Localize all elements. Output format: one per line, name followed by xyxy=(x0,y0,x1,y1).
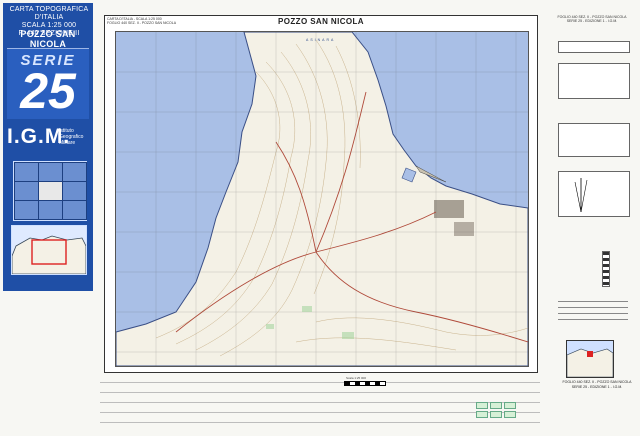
serie-badge: SERIE 25 xyxy=(7,48,89,119)
right-legend-column: FOGLIO 440 SEZ. II - POZZO SAN NICOLA SE… xyxy=(550,15,634,371)
cover-panel: CARTA TOPOGRAFICA D'ITALIA SCALA 1:25 00… xyxy=(3,3,93,291)
series-title: CARTA TOPOGRAFICA D'ITALIA xyxy=(9,6,89,21)
sea-label: ASINARA xyxy=(306,38,336,42)
right-header: FOGLIO 440 SEZ. II - POZZO SAN NICOLA SE… xyxy=(550,15,634,23)
grid-table xyxy=(558,123,630,157)
locator-map xyxy=(11,225,87,275)
symbol-legend xyxy=(94,372,540,434)
legend-color-chips xyxy=(476,402,536,428)
declination-diagram xyxy=(558,171,630,217)
map-title: POZZO SAN NICOLA xyxy=(278,17,364,26)
datum-box xyxy=(558,41,630,53)
scale-bar xyxy=(344,381,386,386)
topographic-map[interactable]: ASINARA xyxy=(115,31,529,367)
elevation-scale xyxy=(602,251,610,287)
right-header-line2: SERIE 25 - EDIZIONE 1 - I.G.M. xyxy=(566,19,618,23)
footer-right: FOGLIO 440 SEZ. II - POZZO SAN NICOLA SE… xyxy=(556,380,638,389)
scale-bar-label: Scala 1:25 000 xyxy=(346,376,367,380)
sheet-index-grid xyxy=(13,161,87,221)
map-sheet: CARTA TOPOGRAFICA D'ITALIA SCALA 1:25 00… xyxy=(0,0,640,436)
serie-number: 25 xyxy=(20,63,76,119)
footer-right-line2: SERIE 25 - EDIZIONE 1 - I.G.M. xyxy=(571,384,623,389)
regional-inset-map xyxy=(566,340,614,378)
map-frame: CARTA D'ITALIA - SCALA 1:25 000 FOGLIO 4… xyxy=(104,15,538,373)
reference-table xyxy=(558,63,630,99)
compass-icon xyxy=(574,178,588,213)
publisher-name: Istituto Geografico Militare xyxy=(59,128,84,146)
footer-right-line1: FOGLIO 440 SEZ. II - POZZO SAN NICOLA xyxy=(562,380,632,384)
sheet-name: POZZO SAN NICOLA xyxy=(20,29,76,49)
